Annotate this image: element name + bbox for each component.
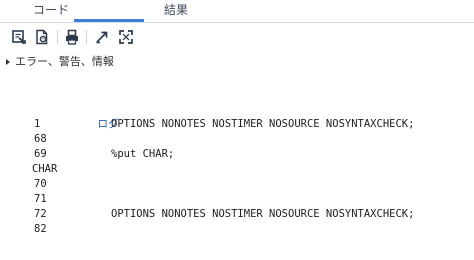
fullscreen-icon bbox=[119, 30, 133, 44]
log-line: CHAR bbox=[0, 162, 474, 177]
log-line: 69 %put CHAR; bbox=[0, 147, 474, 162]
log-output: CHAR bbox=[32, 163, 58, 175]
toolbar-separator bbox=[86, 30, 87, 44]
log-line: 1 OPTIONS NONOTES NOSTIMER NOSOURCE NOSY… bbox=[0, 117, 474, 132]
line-number: 68 bbox=[34, 133, 47, 145]
errors-warnings-info-toggle[interactable]: エラー、警告、情報 bbox=[6, 54, 114, 70]
log-line: 72 OPTIONS NONOTES NOSTIMER NOSOURCE NOS… bbox=[0, 207, 474, 222]
log-export-button[interactable] bbox=[11, 29, 27, 45]
log-export-icon bbox=[12, 30, 26, 44]
line-number: 82 bbox=[34, 223, 47, 235]
line-number: 72 bbox=[34, 208, 47, 220]
line-number: 1 bbox=[34, 118, 41, 130]
log-line: 82 bbox=[0, 222, 474, 237]
log-viewer: コード ログ 結果 エラー、警告、情報 1 OPTIONS NONOTES NO… bbox=[0, 0, 474, 260]
caret-right-icon bbox=[6, 59, 10, 65]
toolbar-separator bbox=[57, 30, 58, 44]
log-content: 1 OPTIONS NONOTES NOSTIMER NOSOURCE NOSY… bbox=[0, 117, 474, 237]
print-icon bbox=[66, 29, 78, 45]
line-number: 71 bbox=[34, 193, 47, 205]
tab-bar: コード ログ 結果 bbox=[0, 0, 474, 130]
log-statement: OPTIONS NONOTES NOSTIMER NOSOURCE NOSYNT… bbox=[111, 208, 415, 220]
print-button[interactable] bbox=[64, 29, 80, 45]
toolbar bbox=[0, 28, 474, 48]
line-number: 70 bbox=[34, 178, 47, 190]
log-line: 71 bbox=[0, 192, 474, 207]
expand-icon bbox=[96, 31, 108, 44]
tab-code[interactable]: コード bbox=[20, 3, 82, 17]
log-line: 70 bbox=[0, 177, 474, 192]
line-number: 69 bbox=[34, 148, 47, 160]
log-statement: %put CHAR; bbox=[111, 148, 175, 160]
fullscreen-button[interactable] bbox=[118, 29, 134, 45]
document-icon bbox=[36, 29, 48, 45]
log-statement: OPTIONS NONOTES NOSTIMER NOSOURCE NOSYNT… bbox=[111, 118, 415, 130]
tab-results[interactable]: 結果 bbox=[148, 3, 204, 17]
log-line: 68 bbox=[0, 132, 474, 147]
expand-button[interactable] bbox=[94, 29, 110, 45]
document-button[interactable] bbox=[34, 29, 50, 45]
active-tab-indicator bbox=[74, 19, 144, 22]
errors-warnings-info-label: エラー、警告、情報 bbox=[15, 55, 114, 68]
